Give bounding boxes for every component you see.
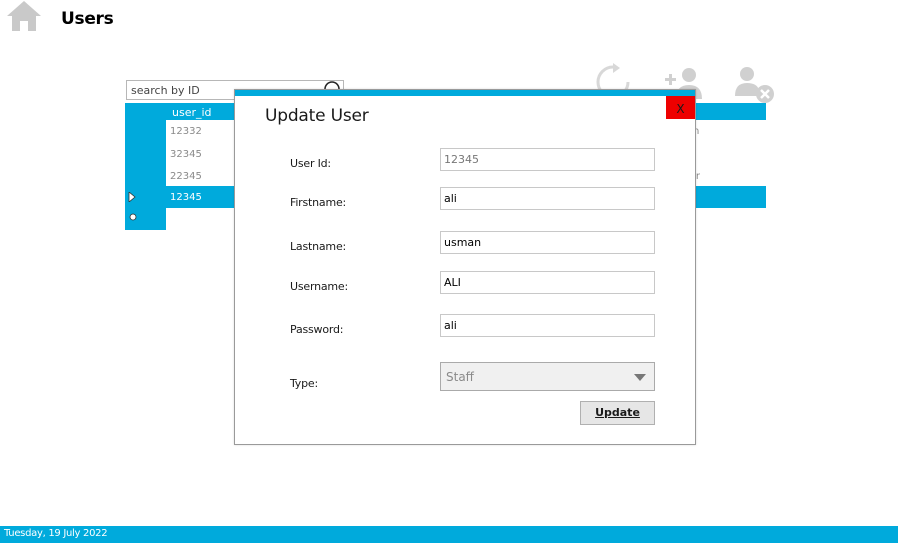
- table-row[interactable]: 22345: [170, 171, 202, 182]
- type-selected-value: Staff: [446, 370, 474, 384]
- username-label: Username:: [290, 280, 348, 293]
- lastname-label: Lastname:: [290, 240, 347, 253]
- dialog-top-band: [235, 90, 695, 96]
- page-title: Users: [61, 9, 114, 29]
- cell-user-id: 32345: [170, 149, 202, 160]
- status-bar: Tuesday, 19 July 2022: [0, 526, 898, 543]
- remove-user-icon[interactable]: [735, 66, 777, 104]
- lastname-field[interactable]: [440, 231, 655, 254]
- cell-user-id: 22345: [170, 171, 202, 182]
- lastname-input[interactable]: [444, 235, 649, 250]
- password-field[interactable]: [440, 314, 655, 337]
- cell-user-id: 12332: [170, 126, 202, 137]
- update-user-dialog: Update User X User Id: Firstname: Lastna…: [234, 89, 696, 445]
- column-header-user-id[interactable]: user_id: [172, 106, 212, 119]
- firstname-input[interactable]: [444, 191, 649, 206]
- status-date: Tuesday, 19 July 2022: [4, 528, 108, 539]
- userid-field[interactable]: [440, 148, 655, 171]
- password-label: Password:: [290, 323, 344, 336]
- table-row[interactable]: 12332: [170, 126, 202, 137]
- current-row-arrow-icon: [128, 192, 136, 202]
- username-field[interactable]: [440, 271, 655, 294]
- chevron-down-icon: [634, 374, 646, 381]
- username-input[interactable]: [444, 275, 649, 290]
- type-label: Type:: [290, 377, 318, 390]
- cell-user-id-selected: 12345: [170, 192, 202, 203]
- dialog-title: Update User: [265, 106, 369, 126]
- home-icon[interactable]: [6, 0, 42, 32]
- userid-label: User Id:: [290, 157, 331, 170]
- table-row[interactable]: 32345: [170, 149, 202, 160]
- close-button[interactable]: X: [666, 96, 695, 119]
- row-header-column: [125, 103, 166, 230]
- userid-input[interactable]: [444, 152, 649, 167]
- password-input[interactable]: [444, 318, 649, 333]
- update-button[interactable]: Update: [580, 401, 655, 425]
- new-row-icon: [129, 213, 137, 221]
- firstname-label: Firstname:: [290, 196, 347, 209]
- type-select[interactable]: Staff: [440, 362, 655, 391]
- firstname-field[interactable]: [440, 187, 655, 210]
